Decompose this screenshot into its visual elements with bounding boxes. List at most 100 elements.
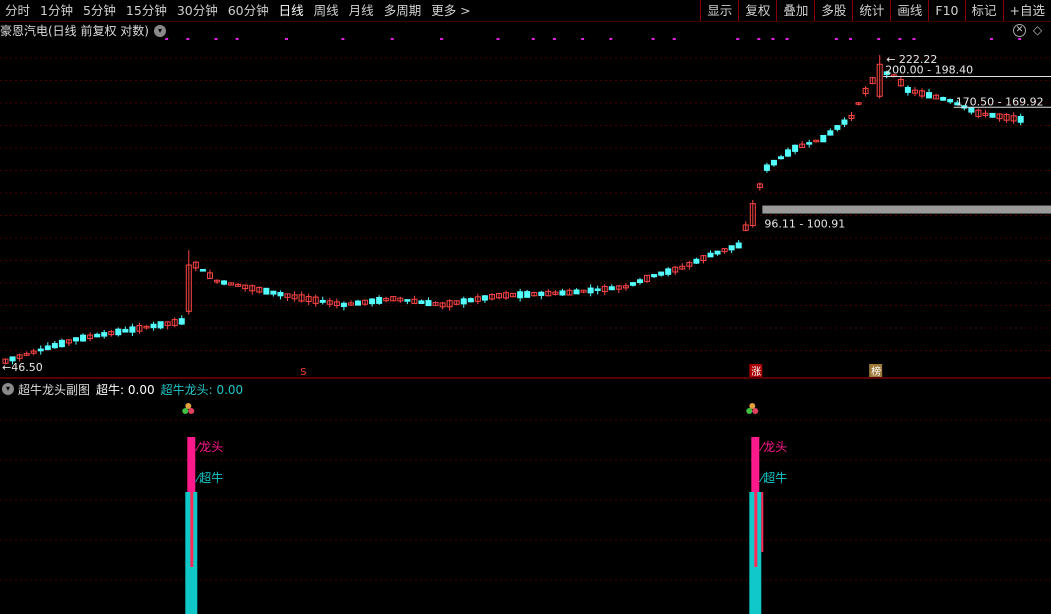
candle-body bbox=[467, 298, 474, 303]
signal-dot bbox=[285, 38, 288, 40]
signal-dot bbox=[214, 38, 218, 40]
zone-label: 96.11 - 100.91 bbox=[764, 218, 845, 231]
candle-body bbox=[80, 334, 87, 342]
leader-line bbox=[190, 492, 194, 567]
candle-body bbox=[594, 288, 601, 291]
candle-body bbox=[340, 302, 347, 308]
signal-dot bbox=[771, 38, 775, 40]
candle-body bbox=[369, 298, 376, 305]
candle-body bbox=[73, 337, 79, 342]
candle-body bbox=[841, 119, 848, 125]
marker-label: 榜 bbox=[871, 365, 881, 378]
signal-dot bbox=[609, 38, 613, 40]
zone-band bbox=[762, 205, 1051, 214]
candle-body bbox=[150, 323, 157, 329]
signal-dot bbox=[990, 38, 993, 40]
candle-body bbox=[573, 289, 580, 295]
candle-body bbox=[968, 107, 975, 113]
candle-body bbox=[735, 242, 742, 249]
candle-body bbox=[763, 164, 770, 171]
candle-body bbox=[355, 300, 361, 306]
candle-body bbox=[587, 287, 594, 294]
candle-body bbox=[404, 299, 411, 302]
candle-body bbox=[460, 298, 467, 305]
signal-dot bbox=[1018, 38, 1022, 40]
candle-body bbox=[481, 295, 488, 301]
candle-body bbox=[785, 149, 792, 157]
candle-body bbox=[58, 339, 65, 348]
candle-body bbox=[517, 291, 524, 299]
candle-body bbox=[770, 159, 777, 166]
candle-body bbox=[199, 268, 206, 272]
candle-body bbox=[637, 279, 643, 284]
candle-body bbox=[524, 291, 531, 298]
candlestick-chart[interactable]: 200.00 - 198.40170.50 - 169.9296.11 - 10… bbox=[0, 0, 1051, 614]
signal-dot bbox=[235, 38, 239, 40]
candle-body bbox=[806, 142, 813, 145]
candle-body bbox=[319, 299, 326, 303]
candle-body bbox=[834, 125, 841, 130]
tag-bull: ⁄超牛 bbox=[758, 470, 787, 485]
signal-dot bbox=[672, 38, 676, 40]
signal-dot bbox=[651, 38, 655, 40]
signal-dot bbox=[912, 38, 916, 40]
candle-body bbox=[44, 345, 51, 351]
marker-label: 涨 bbox=[751, 366, 761, 378]
candle-body bbox=[665, 268, 672, 275]
candle-body bbox=[926, 92, 933, 99]
candle-body bbox=[538, 291, 545, 296]
candle-body bbox=[629, 282, 636, 286]
tag-leader: ⁄龙头 bbox=[758, 440, 787, 454]
candle-body bbox=[651, 274, 658, 278]
candle-body bbox=[277, 291, 284, 297]
signal-dot bbox=[898, 38, 902, 40]
signal-dot bbox=[531, 38, 535, 40]
signal-dot bbox=[849, 38, 852, 40]
candle-body bbox=[157, 321, 164, 329]
candle-body bbox=[693, 258, 700, 264]
signal-dots bbox=[165, 38, 1022, 40]
signal-dot bbox=[186, 38, 190, 40]
candle-body bbox=[376, 296, 383, 304]
candle-body bbox=[792, 144, 799, 152]
candle-body bbox=[940, 97, 947, 101]
signal-dot bbox=[440, 38, 444, 40]
signal-dot bbox=[165, 38, 169, 40]
three-balls-icon bbox=[182, 403, 195, 414]
signal-dot bbox=[736, 38, 740, 40]
candle-body bbox=[658, 271, 665, 276]
candle-body bbox=[714, 250, 721, 255]
marker-label: S bbox=[300, 367, 306, 378]
candle-body bbox=[129, 326, 136, 333]
signal-dot bbox=[341, 38, 345, 40]
candle-body bbox=[51, 343, 58, 349]
indicator-signal: ⁄龙头 ⁄超牛 bbox=[182, 403, 223, 614]
indicator-signal: ⁄龙头 ⁄超牛 bbox=[746, 403, 787, 614]
candle-body bbox=[1017, 115, 1024, 123]
candle-body bbox=[178, 318, 185, 325]
signal-dot bbox=[877, 38, 881, 40]
leader-bar bbox=[187, 437, 196, 492]
tag-leader: ⁄龙头 bbox=[194, 440, 223, 454]
zone-label: 170.50 - 169.92 bbox=[956, 95, 1044, 108]
tag-bull: ⁄超牛 bbox=[194, 470, 223, 485]
candle-body bbox=[37, 348, 44, 352]
candle-body bbox=[778, 156, 784, 160]
high-price-label: ← 222.22 bbox=[886, 53, 937, 66]
candle-body bbox=[425, 300, 432, 307]
candle-body bbox=[707, 252, 714, 258]
leader-bar bbox=[751, 437, 760, 492]
candle-body bbox=[989, 112, 996, 118]
signal-dot bbox=[496, 38, 500, 40]
candle-body bbox=[221, 280, 228, 285]
candle-body bbox=[608, 286, 615, 291]
signal-dot bbox=[552, 38, 556, 40]
candle-body bbox=[101, 332, 108, 337]
candle-body bbox=[418, 300, 425, 304]
signal-dot bbox=[390, 38, 394, 40]
candle-body bbox=[904, 86, 911, 93]
signal-dot bbox=[581, 38, 585, 40]
candle-body bbox=[115, 328, 122, 336]
candle-body bbox=[270, 290, 277, 295]
leader-line bbox=[761, 492, 764, 552]
